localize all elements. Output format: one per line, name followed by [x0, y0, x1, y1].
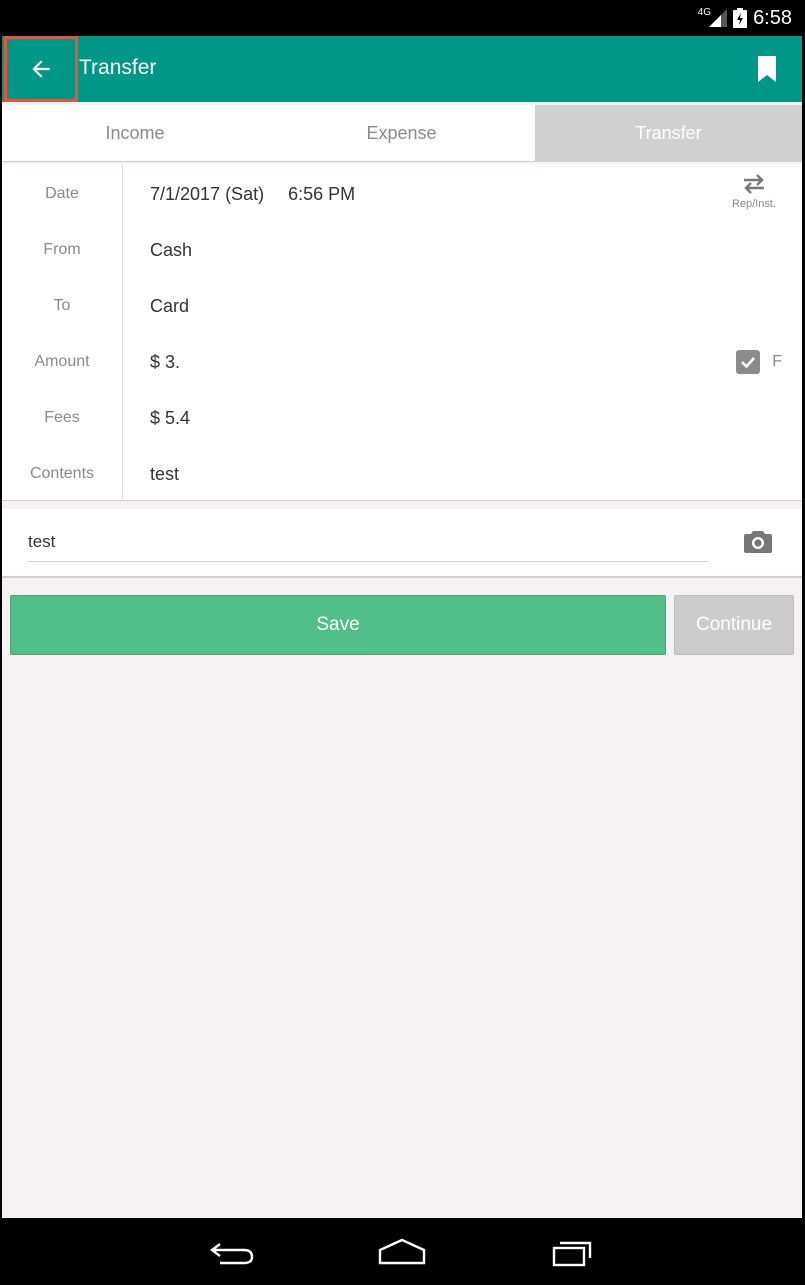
date-text: 7/1/2017 (Sat): [150, 184, 265, 204]
from-row[interactable]: From Cash: [2, 222, 802, 278]
amount-label: Amount: [34, 353, 90, 370]
contents-label: Contents: [29, 465, 95, 482]
fees-label: Fees: [44, 409, 80, 426]
nav-recent-apps-icon[interactable]: [548, 1236, 596, 1268]
tab-transfer[interactable]: Transfer: [535, 105, 802, 161]
app-bar: Transfer: [2, 36, 802, 102]
nav-home-icon[interactable]: [376, 1236, 428, 1268]
repeat-icon: [744, 174, 764, 194]
fees-value[interactable]: $ 5.4: [150, 390, 190, 446]
back-button[interactable]: [4, 36, 78, 102]
save-button[interactable]: Save: [10, 595, 666, 655]
date-row[interactable]: Date 7/1/2017 (Sat) 6:56 PM Rep/Inst.: [2, 166, 802, 222]
camera-icon[interactable]: [744, 529, 772, 553]
status-icons: 4G 6:58: [698, 6, 792, 30]
time-text[interactable]: 6:56 PM: [288, 184, 355, 204]
memo-area: [2, 509, 802, 578]
date-label: Date: [45, 185, 79, 202]
app-screen: 4G 6:58 Transfer Income Expense Transfer…: [2, 0, 802, 1285]
date-value[interactable]: 7/1/2017 (Sat) 6:56 PM: [150, 166, 355, 222]
status-bar: 4G 6:58: [2, 0, 802, 36]
nav-back-icon[interactable]: [206, 1236, 256, 1268]
repeat-label: Rep/Inst.: [731, 198, 777, 210]
system-nav-bar: [2, 1218, 802, 1285]
type-tabs: Income Expense Transfer: [2, 105, 802, 162]
memo-input[interactable]: [28, 523, 708, 562]
to-value[interactable]: Card: [150, 278, 189, 334]
fees-toggle-label: F: [772, 353, 782, 370]
page-title: Transfer: [79, 56, 157, 79]
continue-button[interactable]: Continue: [674, 595, 794, 655]
bookmark-icon[interactable]: [756, 56, 778, 82]
to-label: To: [53, 297, 71, 314]
amount-value[interactable]: $ 3.: [150, 334, 180, 390]
tab-income[interactable]: Income: [2, 105, 268, 161]
from-label: From: [43, 241, 81, 258]
battery-icon: [733, 8, 748, 28]
fees-row[interactable]: Fees $ 5.4: [2, 390, 802, 446]
tab-expense[interactable]: Expense: [268, 105, 535, 161]
arrow-back-icon: [32, 60, 50, 78]
checkbox-checked-icon[interactable]: [736, 350, 761, 374]
from-value[interactable]: Cash: [150, 222, 192, 278]
signal-icon: [709, 9, 728, 27]
contents-row[interactable]: Contents test: [2, 446, 802, 502]
amount-row[interactable]: Amount $ 3. F: [2, 334, 802, 390]
network-type: 4G: [697, 6, 712, 18]
contents-value[interactable]: test: [150, 446, 179, 502]
to-row[interactable]: To Card: [2, 278, 802, 334]
transfer-form: Date 7/1/2017 (Sat) 6:56 PM Rep/Inst. Fro…: [2, 164, 802, 501]
repeat-installment-button[interactable]: Rep/Inst.: [724, 172, 784, 218]
status-time: 6:58: [753, 6, 792, 29]
fees-toggle[interactable]: F: [736, 350, 782, 374]
